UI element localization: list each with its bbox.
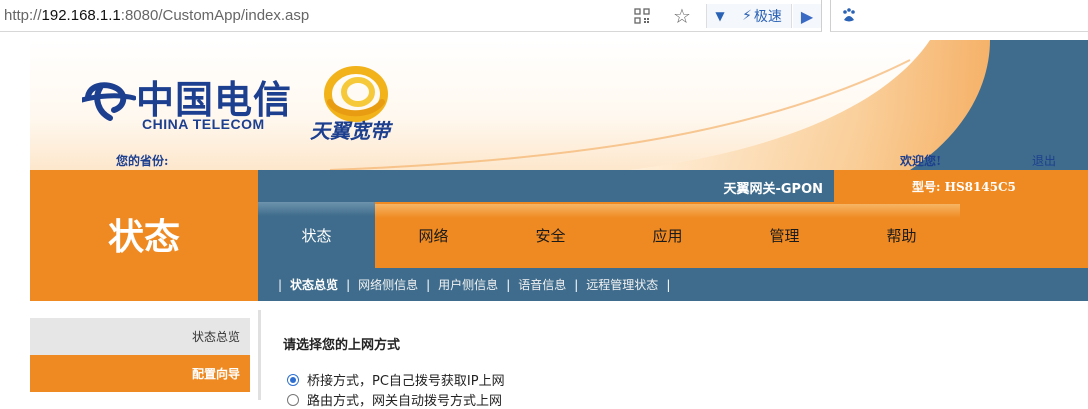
section-title-box: 状态 bbox=[30, 170, 258, 301]
logout-link[interactable]: 退出 bbox=[1032, 152, 1056, 169]
tianyi-broadband-text: 天翼宽带 bbox=[310, 119, 390, 143]
radio-label: 桥接方式，PC自己拨号获取IP上网 bbox=[307, 374, 505, 389]
star-icon[interactable]: ☆ bbox=[670, 4, 694, 28]
header-banner: 中国电信 CHINA TELECOM 天翼宽带 您的省份: 欢迎您! 退出 bbox=[30, 40, 1088, 170]
tab-label: 安全 bbox=[535, 226, 566, 245]
sidebar-item-config-wizard[interactable]: 配置向导 bbox=[30, 355, 250, 392]
bolt-icon: ⚡ bbox=[742, 8, 752, 24]
tab-network[interactable]: 网络 bbox=[375, 202, 492, 268]
url-prefix: http:// bbox=[4, 7, 42, 24]
tab-management[interactable]: 管理 bbox=[726, 202, 843, 268]
model-box: 型号: HS8145C5 bbox=[834, 170, 1088, 202]
brand-name-zh: 中国电信 bbox=[136, 77, 293, 122]
separator: | bbox=[278, 277, 283, 292]
tab-label: 状态 bbox=[301, 226, 332, 245]
content-title: 请选择您的上网方式 bbox=[283, 338, 401, 353]
main-nav: 状态 网络 安全 应用 管理 帮助 bbox=[258, 202, 1088, 268]
qr-code-icon[interactable] bbox=[632, 4, 652, 28]
sub-nav: | 状态总览 | 网络侧信息 | 用户侧信息 | 语音信息 | 远程管理状态 | bbox=[258, 268, 1088, 301]
sidebar-item-status-overview[interactable]: 状态总览 bbox=[30, 318, 250, 355]
play-icon[interactable]: ▶ bbox=[793, 4, 821, 28]
tab-application[interactable]: 应用 bbox=[609, 202, 726, 268]
dropdown-icon[interactable]: ▼ bbox=[706, 4, 734, 28]
url-host: 192.168.1.1 bbox=[41, 7, 121, 24]
gateway-name: 天翼网关-GPON bbox=[723, 182, 823, 197]
baidu-paw-icon bbox=[839, 5, 859, 25]
speed-mode-button[interactable]: ⚡ 极速 bbox=[733, 4, 792, 28]
separator: | bbox=[346, 277, 351, 292]
subnav-user-info[interactable]: 用户侧信息 bbox=[438, 276, 498, 293]
section-title: 状态 bbox=[107, 216, 180, 258]
telecom-mark-icon bbox=[82, 82, 136, 121]
content-panel: 请选择您的上网方式 桥接方式，PC自己拨号获取IP上网 路由方式，网关自动拨号方… bbox=[258, 310, 1088, 409]
tab-security[interactable]: 安全 bbox=[492, 202, 609, 268]
welcome-text: 欢迎您! bbox=[900, 154, 942, 168]
tab-label: 网络 bbox=[418, 226, 449, 245]
separator: | bbox=[506, 277, 511, 292]
sidebar: 状态总览 配置向导 bbox=[30, 301, 258, 400]
tab-label: 帮助 bbox=[886, 226, 917, 245]
model-label: 型号: HS8145C5 bbox=[912, 180, 1016, 194]
subnav-remote-management[interactable]: 远程管理状态 bbox=[586, 276, 658, 293]
radio-option-bridge[interactable]: 桥接方式，PC自己拨号获取IP上网 bbox=[287, 370, 505, 389]
device-info-bar: 天翼网关-GPON 型号: HS8145C5 bbox=[258, 170, 1088, 202]
separator: | bbox=[574, 277, 579, 292]
tab-label: 管理 bbox=[769, 226, 800, 245]
speed-label: 极速 bbox=[753, 9, 782, 25]
tab-help[interactable]: 帮助 bbox=[843, 202, 960, 268]
search-box[interactable] bbox=[830, 0, 1088, 32]
separator: | bbox=[666, 277, 671, 292]
subnav-network-info[interactable]: 网络侧信息 bbox=[358, 276, 418, 293]
url-text[interactable]: http://192.168.1.1:8080/CustomApp/index.… bbox=[4, 7, 309, 24]
url-rest: :8080/CustomApp/index.asp bbox=[120, 7, 310, 24]
tab-status[interactable]: 状态 bbox=[258, 202, 375, 268]
separator: | bbox=[426, 277, 431, 292]
tab-label: 应用 bbox=[652, 226, 683, 245]
province-label: 您的省份: bbox=[116, 154, 169, 168]
brand-name-en: CHINA TELECOM bbox=[142, 116, 265, 132]
address-bar[interactable]: http://192.168.1.1:8080/CustomApp/index.… bbox=[0, 0, 822, 32]
subnav-status-overview[interactable]: 状态总览 bbox=[290, 276, 338, 293]
subnav-voice-info[interactable]: 语音信息 bbox=[518, 276, 566, 293]
radio-button-checked[interactable] bbox=[287, 373, 299, 386]
